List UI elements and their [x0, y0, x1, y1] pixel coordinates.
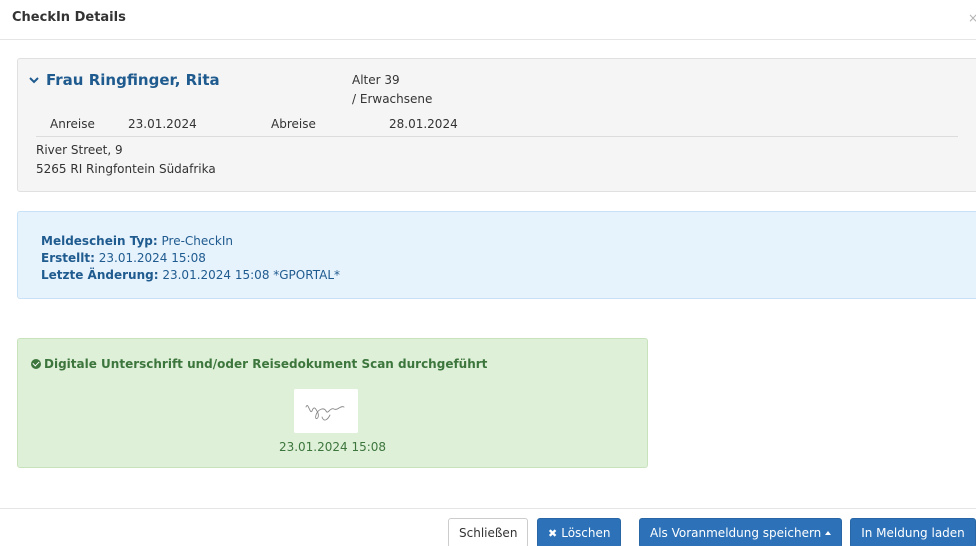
address-city: 5265 RI Ringfontein Südafrika [36, 162, 216, 176]
signature-heading-text: Digitale Unterschrift und/oder Reisedoku… [44, 357, 488, 371]
chevron-down-icon[interactable] [29, 75, 39, 85]
guest-panel: Frau Ringfinger, Rita Alter 39 / Erwachs… [17, 58, 976, 192]
caret-up-icon [825, 531, 832, 535]
footer-divider [0, 508, 976, 509]
created-label: Erstellt: [41, 251, 95, 265]
registration-type-value: Pre-CheckIn [161, 234, 233, 248]
close-icon[interactable]: × [968, 11, 976, 25]
departure-date: 28.01.2024 [389, 117, 458, 131]
registration-type-label: Meldeschein Typ: [41, 234, 158, 248]
delete-button[interactable]: ✖ Löschen [537, 518, 622, 546]
load-into-registration-label: In Meldung laden [861, 526, 965, 540]
signature-image[interactable] [294, 389, 358, 433]
save-pre-registration-label: Als Voranmeldung speichern [650, 526, 822, 540]
check-circle-icon [31, 359, 41, 369]
created-value: 23.01.2024 15:08 [98, 251, 206, 265]
save-pre-registration-button[interactable]: Als Voranmeldung speichern [639, 518, 843, 546]
checkin-details-dialog: CheckIn Details × Frau Ringfinger, Rita … [0, 0, 976, 546]
departure-label: Abreise [271, 117, 316, 131]
guest-name[interactable]: Frau Ringfinger, Rita [46, 71, 220, 89]
guest-age: Alter 39 [352, 73, 400, 87]
signature-date: 23.01.2024 15:08 [278, 440, 387, 454]
dialog-header: CheckIn Details × [0, 0, 976, 40]
guest-age-category: / Erwachsene [352, 92, 433, 106]
dialog-title: CheckIn Details [12, 10, 126, 25]
last-changed-line: Letzte Änderung: 23.01.2024 15:08 *GPORT… [41, 268, 340, 282]
last-changed-label: Letzte Änderung: [41, 268, 159, 282]
registration-type: Meldeschein Typ: Pre-CheckIn [41, 234, 233, 248]
signature-panel: Digitale Unterschrift und/oder Reisedoku… [17, 338, 648, 468]
close-button[interactable]: Schließen [448, 518, 529, 546]
panel-divider [36, 136, 958, 137]
load-into-registration-button[interactable]: In Meldung laden [850, 518, 976, 546]
close-button-label: Schließen [459, 526, 518, 540]
arrival-label: Anreise [50, 117, 95, 131]
arrival-date: 23.01.2024 [128, 117, 197, 131]
signature-heading: Digitale Unterschrift und/oder Reisedoku… [31, 357, 487, 371]
last-changed-value: 23.01.2024 15:08 *GPORTAL* [162, 268, 340, 282]
registration-info-panel: Meldeschein Typ: Pre-CheckIn Erstellt: 2… [17, 211, 976, 299]
delete-button-label: Löschen [561, 526, 611, 540]
address-street: River Street, 9 [36, 143, 123, 157]
created-line: Erstellt: 23.01.2024 15:08 [41, 251, 206, 265]
times-icon: ✖ [548, 527, 558, 540]
